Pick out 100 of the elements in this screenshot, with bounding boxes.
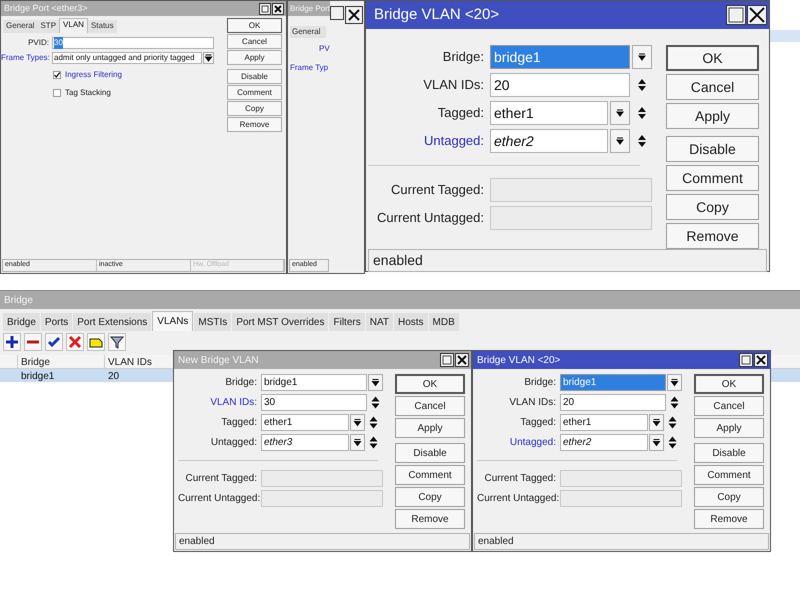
maximize-icon[interactable]: [739, 353, 753, 367]
dialog-button[interactable]: Comment: [666, 165, 759, 191]
close-icon[interactable]: [455, 353, 469, 367]
dialog-button[interactable]: OK: [694, 374, 764, 394]
dialog-button[interactable]: Apply: [227, 50, 282, 65]
dropdown-field[interactable]: ether2: [490, 129, 608, 153]
close-icon[interactable]: [747, 5, 767, 25]
dialog-button[interactable]: Cancel: [666, 74, 759, 100]
maximize-icon[interactable]: [330, 6, 344, 20]
tab[interactable]: General: [3, 20, 38, 33]
maximize-icon[interactable]: [440, 353, 454, 367]
dialog-button[interactable]: Copy: [395, 487, 465, 507]
dropdown-field[interactable]: ether1: [560, 414, 648, 431]
field-label: Tagged:: [519, 416, 557, 430]
tab[interactable]: Port MST Overrides: [232, 313, 328, 331]
field-label: VLAN IDs:: [209, 396, 258, 410]
dialog-button[interactable]: Disable: [694, 443, 764, 463]
field-label: Current Tagged:: [390, 181, 485, 200]
dropdown-field[interactable]: ether3: [261, 434, 349, 451]
dialog-button[interactable]: Copy: [227, 101, 282, 116]
tab[interactable]: VLAN: [59, 18, 88, 33]
tab[interactable]: Filters: [329, 313, 365, 331]
dialog-button[interactable]: Copy: [666, 194, 759, 220]
field-label: Untagged:: [508, 436, 557, 450]
status-text: enabled: [474, 533, 769, 550]
field-label: Tagged:: [220, 416, 258, 430]
input-field[interactable]: admit only untagged and priority tagged: [52, 52, 202, 64]
dialog-button[interactable]: Remove: [227, 117, 282, 132]
dropdown-field[interactable]: ether1: [490, 101, 608, 125]
filter-icon[interactable]: [110, 335, 124, 349]
dialog-button[interactable]: Apply: [395, 418, 465, 438]
close-icon[interactable]: [272, 2, 284, 14]
window-title: Bridge Port: [290, 2, 330, 14]
field-label: Bridge:: [442, 48, 485, 66]
input-field[interactable]: 30: [52, 37, 214, 49]
field-label: Untagged:: [423, 132, 485, 150]
tab[interactable]: General: [290, 26, 326, 38]
tab[interactable]: MDB: [428, 313, 459, 331]
maximize-icon[interactable]: [259, 2, 271, 14]
dialog-button[interactable]: Remove: [395, 509, 465, 529]
dialog-button[interactable]: Comment: [694, 465, 764, 485]
dropdown-field[interactable]: bridge1: [490, 45, 630, 69]
window-title: Bridge VLAN <20>: [477, 354, 560, 368]
dialog-button[interactable]: OK: [666, 45, 759, 71]
maximize-icon[interactable]: [726, 5, 746, 25]
checkbox[interactable]: [53, 89, 61, 97]
dialog-button[interactable]: Cancel: [694, 396, 764, 416]
column-header[interactable]: Bridge: [18, 355, 105, 368]
tab[interactable]: Port Extensions: [73, 313, 152, 331]
plus-icon[interactable]: [5, 335, 19, 349]
tab[interactable]: NAT: [366, 313, 393, 331]
number-field[interactable]: 20: [560, 394, 666, 411]
dialog-button[interactable]: Copy: [694, 487, 764, 507]
tab[interactable]: Ports: [40, 313, 72, 331]
checked-checkbox[interactable]: [53, 71, 61, 79]
dropdown-field[interactable]: ether2: [560, 434, 648, 451]
tab[interactable]: Status: [88, 20, 117, 33]
tab[interactable]: Bridge: [3, 313, 40, 331]
field-label: Current Tagged:: [184, 472, 258, 486]
dropdown-field[interactable]: ether1: [261, 414, 349, 431]
field-label: Bridge:: [523, 376, 557, 390]
dialog-button[interactable]: Disable: [395, 443, 465, 463]
tab[interactable]: VLANs: [152, 311, 194, 331]
dropdown-arrow-icon[interactable]: [203, 52, 214, 64]
dialog-button[interactable]: Comment: [395, 465, 465, 485]
tab[interactable]: Hosts: [394, 313, 428, 331]
dialog-button[interactable]: Remove: [694, 509, 764, 529]
number-field[interactable]: 20: [490, 73, 630, 97]
window-title: New Bridge VLAN: [178, 354, 259, 368]
number-field[interactable]: 30: [261, 394, 367, 411]
dialog-button[interactable]: Apply: [694, 418, 764, 438]
window-title: Bridge: [4, 294, 33, 308]
dialog-button[interactable]: Apply: [666, 103, 759, 129]
tab[interactable]: STP: [37, 20, 60, 33]
table-cell-text: bridge1: [20, 370, 56, 382]
status-text: enabled: [175, 533, 470, 550]
field-label: Current Untagged:: [477, 492, 559, 506]
tab[interactable]: MSTIs: [194, 313, 232, 331]
dialog-button[interactable]: Disable: [227, 69, 282, 84]
dialog-button[interactable]: OK: [227, 18, 282, 33]
dialog-button[interactable]: Disable: [666, 136, 759, 162]
field-label: Untagged:: [210, 436, 258, 450]
check-icon[interactable]: [47, 335, 61, 349]
close-icon[interactable]: [345, 6, 363, 24]
field-label: PV: [319, 43, 331, 55]
dialog-button[interactable]: Cancel: [227, 34, 282, 49]
checkbox-label: Ingress Filtering: [65, 69, 122, 81]
dialog-button[interactable]: Remove: [666, 223, 759, 249]
window-title: Bridge VLAN <20>: [374, 4, 500, 25]
close-icon[interactable]: [754, 353, 768, 367]
dialog-button[interactable]: Cancel: [395, 396, 465, 416]
checkbox-label: Tag Stacking: [65, 87, 111, 99]
field-label: VLAN IDs:: [422, 76, 485, 94]
dropdown-field[interactable]: bridge1: [261, 374, 367, 391]
table-cell-text: 20: [107, 370, 120, 382]
dialog-button[interactable]: OK: [395, 374, 465, 394]
dialog-button[interactable]: Comment: [227, 85, 282, 100]
cross-icon[interactable]: [68, 335, 82, 349]
field-label: Frame Types:: [1, 52, 51, 64]
dropdown-field[interactable]: bridge1: [560, 374, 666, 391]
